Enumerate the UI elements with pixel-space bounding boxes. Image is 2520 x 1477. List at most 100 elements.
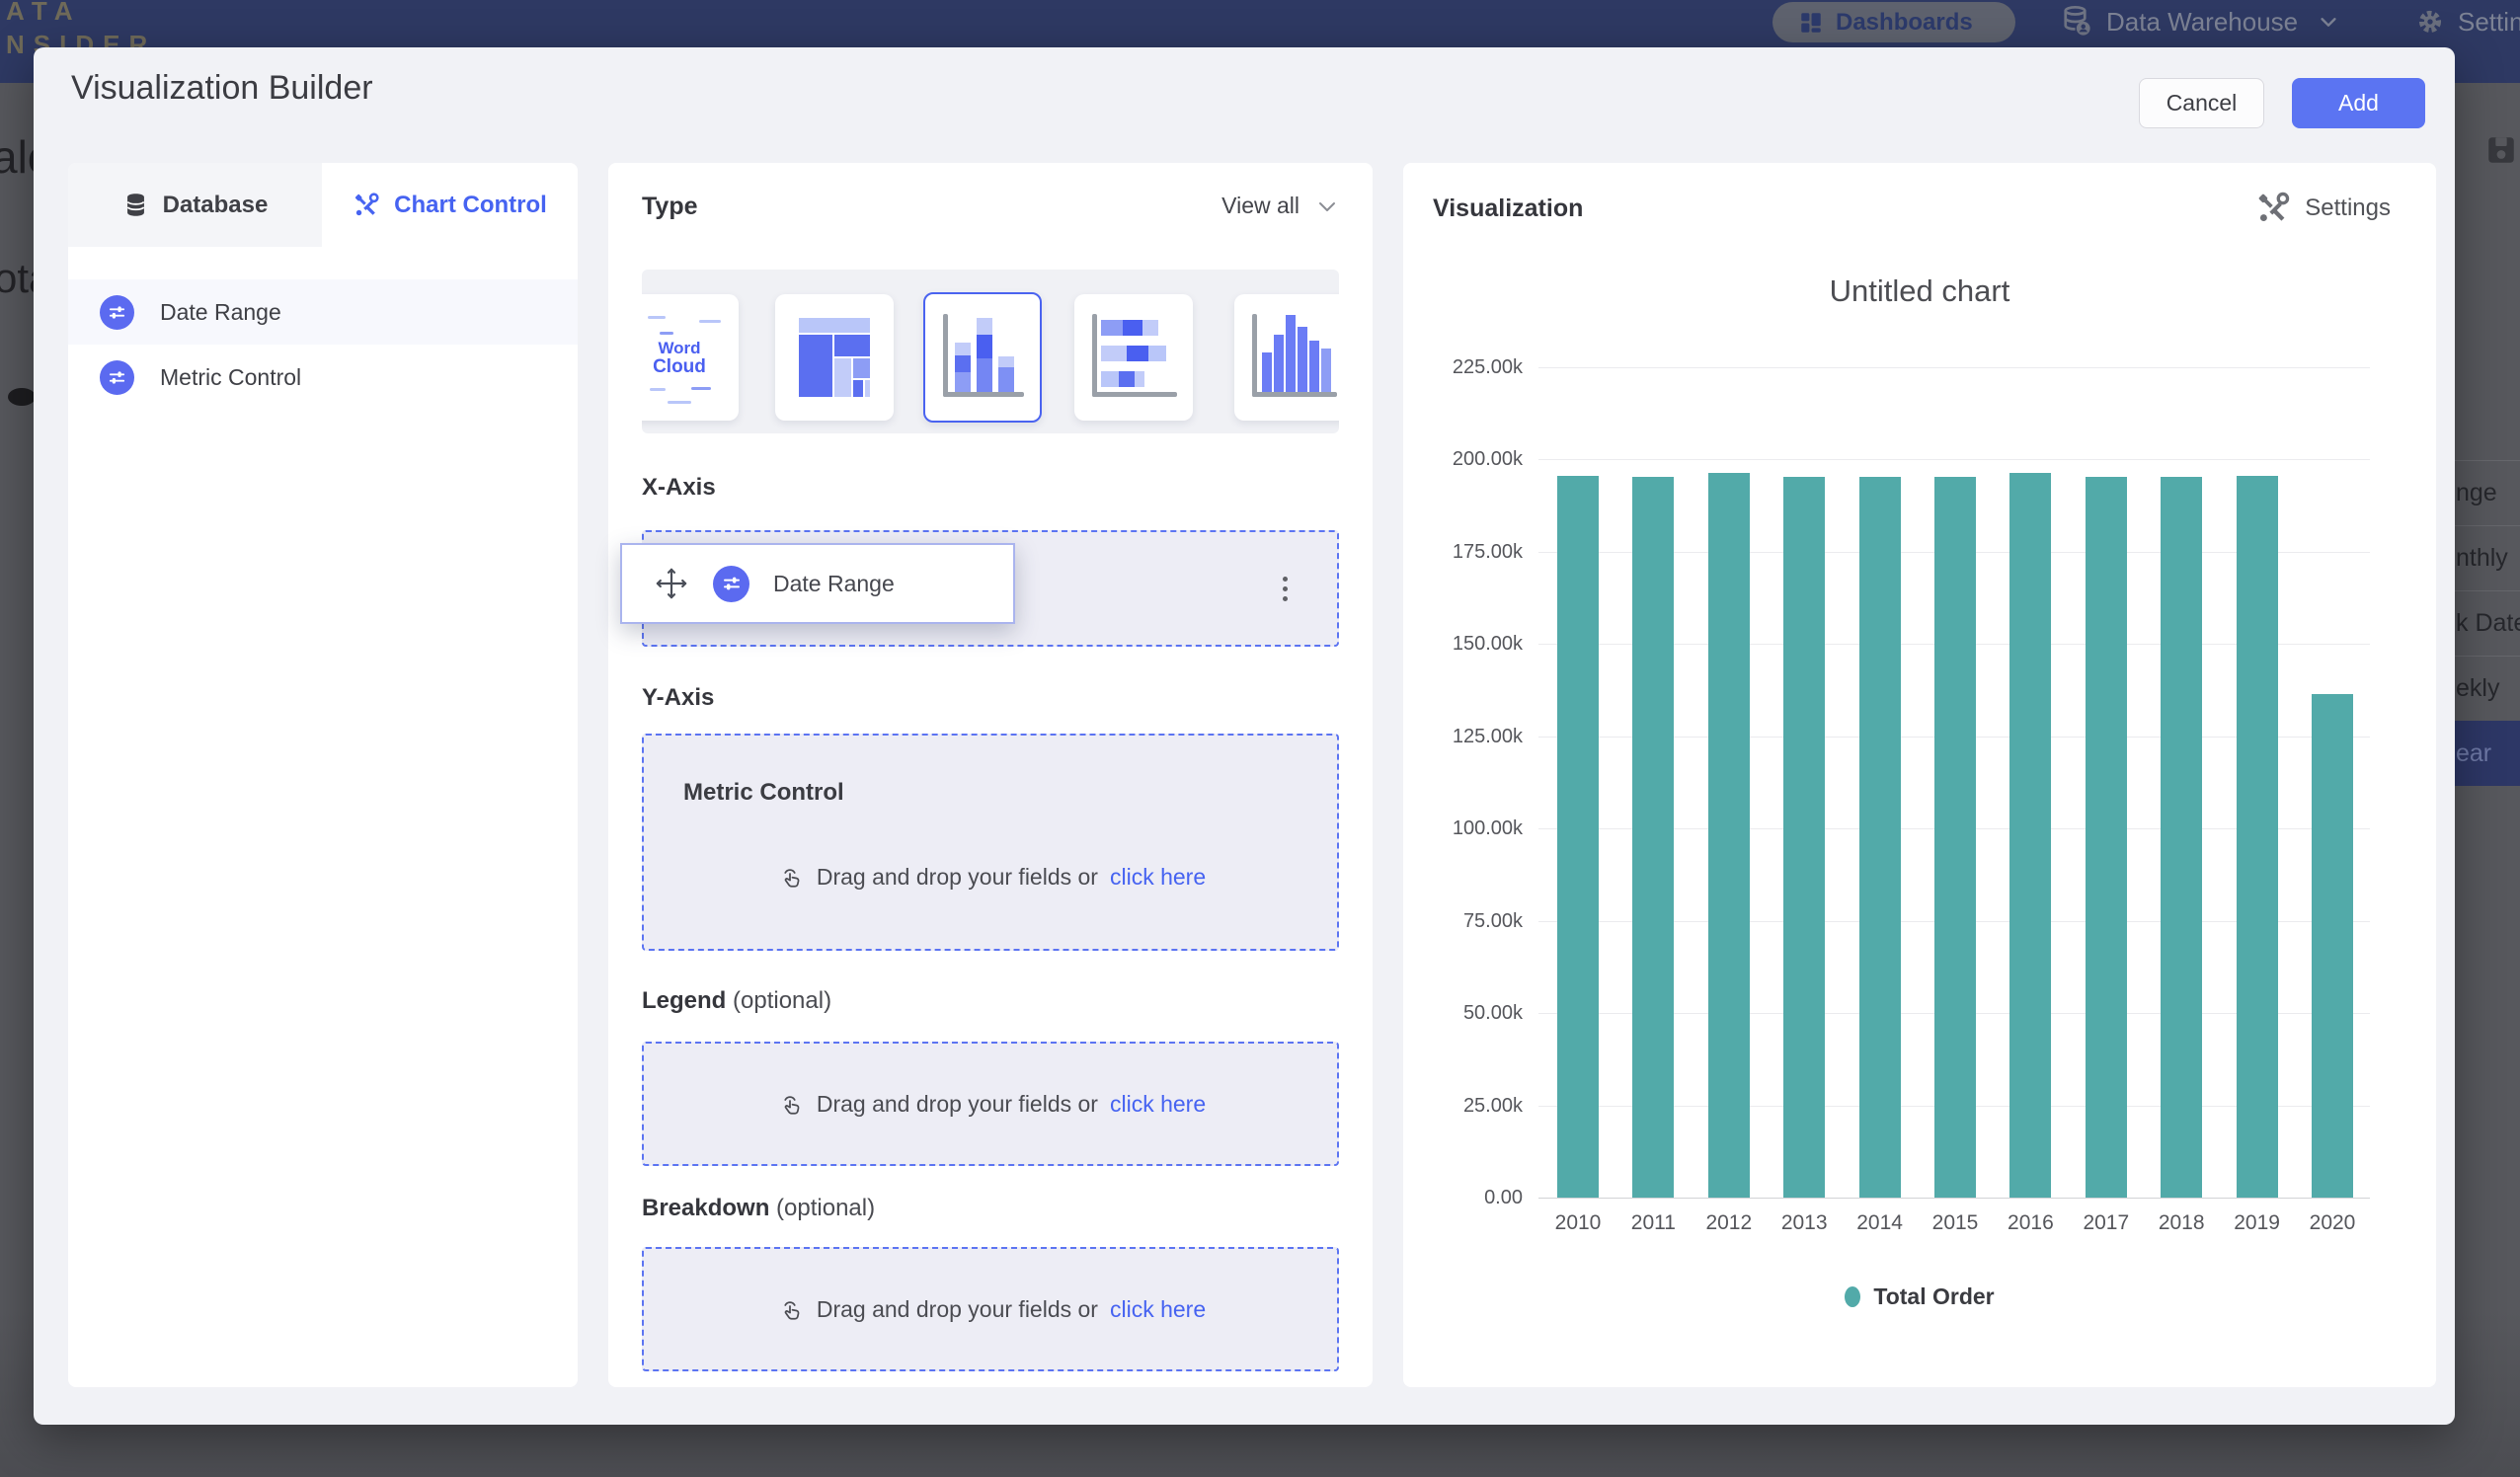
x-axis-tick-label: 2015 xyxy=(1918,1211,1993,1235)
background-dropdown-fragment: nge nthly k Date ekly ear xyxy=(2455,460,2520,786)
y-axis-tick-label: 0.00 xyxy=(1414,1187,1523,1209)
y-axis-label: Y-Axis xyxy=(642,684,714,712)
y-axis-tick-label: 200.00k xyxy=(1414,448,1523,471)
nav-item-dashboards[interactable]: Dashboards xyxy=(1772,2,2015,42)
y-axis-zone-title: Metric Control xyxy=(683,779,844,807)
nav-label: Data Warehouse xyxy=(2106,7,2298,38)
chart-type-stacked-column-selected[interactable] xyxy=(923,292,1042,423)
chart-type-stacked-bar[interactable] xyxy=(1074,294,1193,421)
field-item-date-range[interactable]: Date Range xyxy=(68,279,578,345)
word-cloud-text-2: Cloud xyxy=(642,357,739,377)
x-axis-tick-label: 2020 xyxy=(2295,1211,2370,1235)
tools-icon xyxy=(2255,191,2291,226)
tune-icon xyxy=(713,566,749,602)
x-axis-label: X-Axis xyxy=(642,474,716,502)
settings-label: Settings xyxy=(2305,194,2391,222)
dropzone-placeholder-text: Drag and drop your fields or xyxy=(817,1091,1098,1118)
nav-item-data-warehouse[interactable]: Data Warehouse xyxy=(2059,0,2339,43)
y-grid-line xyxy=(1538,459,2370,460)
bar-2016 xyxy=(2009,473,2051,1198)
dashboard-grid-icon xyxy=(1798,10,1824,36)
tap-icon xyxy=(775,1294,805,1324)
field-item-metric-control[interactable]: Metric Control xyxy=(68,345,578,410)
visualization-panel: Visualization Settings Untitled chart 0.… xyxy=(1403,163,2436,1387)
builder-panel: Type View all Word Cloud xyxy=(608,163,1373,1387)
gear-icon xyxy=(2414,6,2446,38)
dropdown-option[interactable]: nge xyxy=(2455,460,2520,525)
chart-title: Untitled chart xyxy=(1403,273,2436,309)
tab-database[interactable]: Database xyxy=(68,163,322,247)
tab-label: Database xyxy=(163,192,269,219)
chart-legend[interactable]: Total Order xyxy=(1403,1283,2436,1310)
tune-icon xyxy=(100,295,134,330)
modal-title: Visualization Builder xyxy=(71,69,373,108)
nav-item-settings[interactable]: Settings xyxy=(2414,0,2520,43)
bar-2011 xyxy=(1632,477,1674,1198)
logo-line-1: ATA xyxy=(6,0,156,28)
bar-chart: 0.0025.00k50.00k75.00k100.00k125.00k150.… xyxy=(1538,367,2370,1198)
y-axis-tick-label: 150.00k xyxy=(1414,633,1523,656)
dropdown-option-selected[interactable]: ear xyxy=(2455,721,2520,786)
chart-type-treemap[interactable] xyxy=(775,294,894,421)
chart-type-column[interactable] xyxy=(1234,294,1339,421)
click-here-link[interactable]: click here xyxy=(1110,864,1206,891)
y-axis-tick-label: 125.00k xyxy=(1414,726,1523,748)
dropzone-placeholder-text: Drag and drop your fields or xyxy=(817,864,1098,891)
x-axis-tick-label: 2014 xyxy=(1843,1211,1918,1235)
dragged-field-chip-date-range[interactable]: Date Range xyxy=(620,543,1015,624)
tap-icon xyxy=(775,862,805,892)
tune-icon xyxy=(100,360,134,395)
settings-button[interactable]: Settings xyxy=(2255,191,2391,226)
tab-label: Chart Control xyxy=(394,192,547,219)
save-icon[interactable] xyxy=(2484,133,2518,167)
y-axis-dropzone[interactable]: Metric Control Drag and drop your fields… xyxy=(642,734,1339,951)
legend-dropzone[interactable]: Drag and drop your fields or click here xyxy=(642,1042,1339,1166)
x-axis-tick-label: 2012 xyxy=(1692,1211,1767,1235)
x-axis-tick-label: 2016 xyxy=(1993,1211,2068,1235)
bar-2014 xyxy=(1859,477,1901,1198)
click-here-link[interactable]: click here xyxy=(1110,1296,1206,1323)
legend-color-dot xyxy=(1845,1286,1860,1307)
breakdown-section-label: Breakdown (optional) xyxy=(642,1195,875,1222)
dropdown-option[interactable]: k Date xyxy=(2455,590,2520,656)
y-axis-tick-label: 175.00k xyxy=(1414,541,1523,564)
bar-2020 xyxy=(2312,694,2353,1198)
chip-label: Date Range xyxy=(773,571,895,597)
dropzone-placeholder-text: Drag and drop your fields or xyxy=(817,1296,1098,1323)
nav-label: Dashboards xyxy=(1836,9,1973,37)
view-all-button[interactable]: View all xyxy=(1221,193,1339,219)
click-here-link[interactable]: click here xyxy=(1110,1091,1206,1118)
cancel-button[interactable]: Cancel xyxy=(2139,78,2264,128)
dropdown-option[interactable]: nthly xyxy=(2455,525,2520,590)
chart-type-word-cloud[interactable]: Word Cloud xyxy=(642,294,739,421)
breakdown-dropzone[interactable]: Drag and drop your fields or click here xyxy=(642,1247,1339,1371)
field-label: Date Range xyxy=(160,299,281,326)
chevron-down-icon xyxy=(2318,11,2339,33)
x-axis-tick-label: 2017 xyxy=(2069,1211,2144,1235)
add-button[interactable]: Add xyxy=(2292,78,2425,128)
x-axis-tick-label: 2013 xyxy=(1767,1211,1842,1235)
bar-2018 xyxy=(2161,477,2202,1198)
chart-type-carousel[interactable]: Word Cloud xyxy=(642,270,1339,433)
bar-2017 xyxy=(2086,477,2127,1198)
tools-icon xyxy=(353,192,380,219)
type-section-label: Type xyxy=(642,193,698,221)
bar-2019 xyxy=(2237,476,2278,1198)
more-options-button[interactable] xyxy=(1270,569,1299,608)
fields-panel: Database Chart Control Date Range Metric… xyxy=(68,163,578,1387)
background-bullet-dot xyxy=(8,388,36,406)
y-grid-line xyxy=(1538,1198,2370,1199)
view-all-label: View all xyxy=(1221,193,1299,219)
dropdown-option[interactable]: ekly xyxy=(2455,656,2520,721)
y-grid-line xyxy=(1538,367,2370,368)
tab-chart-control[interactable]: Chart Control xyxy=(322,163,578,247)
data-warehouse-icon xyxy=(2059,4,2094,39)
bar-2010 xyxy=(1557,476,1599,1198)
move-icon xyxy=(652,564,691,603)
chevron-down-icon xyxy=(1315,194,1339,218)
bar-2015 xyxy=(1934,477,1976,1198)
x-axis-tick-label: 2018 xyxy=(2144,1211,2219,1235)
field-label: Metric Control xyxy=(160,364,301,391)
bar-2012 xyxy=(1708,473,1750,1198)
y-axis-tick-label: 25.00k xyxy=(1414,1095,1523,1118)
